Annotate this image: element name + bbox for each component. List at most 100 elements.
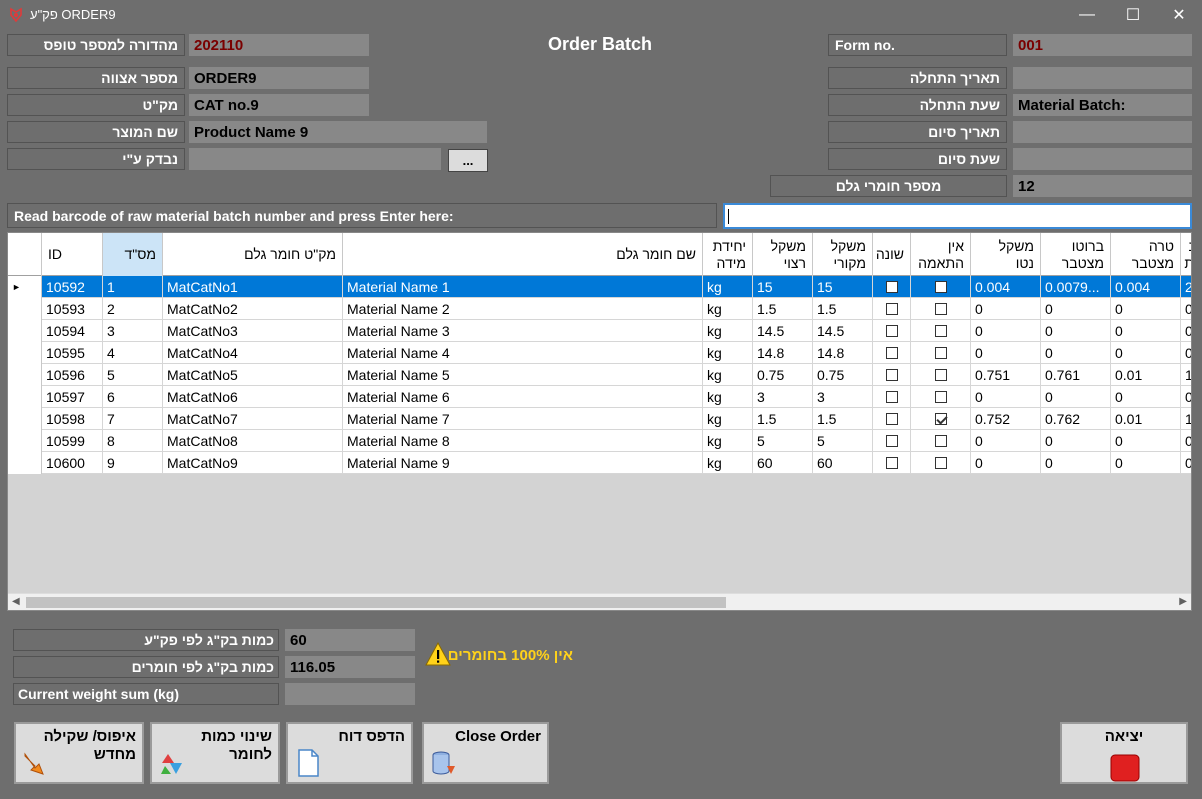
cell-net[interactable]: 0.751 [971,364,1041,386]
cell-desired[interactable]: 14.8 [753,342,813,364]
column-header-more[interactable]: נ ת [1181,233,1191,276]
cell-original[interactable]: 0.75 [813,364,873,386]
cell-gross[interactable]: 0.0079... [1041,276,1111,298]
cell-net[interactable]: 0 [971,320,1041,342]
checked-by-field[interactable] [189,148,441,170]
cell-tare[interactable]: 0.004 [1111,276,1181,298]
cell-more[interactable]: 2 [1181,276,1191,298]
scrollbar-thumb[interactable] [26,597,726,608]
maximize-button[interactable]: ☐ [1110,0,1156,30]
cell-gross[interactable]: 0 [1041,320,1111,342]
cell-desired[interactable]: 60 [753,452,813,474]
cell-net[interactable]: 0 [971,386,1041,408]
cell-catno[interactable]: MatCatNo9 [163,452,343,474]
nomatch-checkbox[interactable] [934,435,947,447]
nomatch-checkbox[interactable] [934,413,947,425]
nomatch-checkbox[interactable] [934,281,947,293]
column-header-original[interactable]: משקל מקורי [813,233,873,276]
cell-net[interactable]: 0 [971,342,1041,364]
table-row[interactable]: 105998MatCatNo8Material Name 8kg550000 [8,430,1191,452]
table-row[interactable]: ► 10592 1 MatCatNo1 Material Name 1 kg 15 15 0.0… [8,276,1191,298]
cell-original[interactable]: 3 [813,386,873,408]
cell-catno[interactable]: MatCatNo2 [163,298,343,320]
diff-checkbox[interactable] [885,457,898,469]
column-header-gross[interactable]: ברוטו מצטבר [1041,233,1111,276]
close-order-button[interactable]: Close Order [422,722,549,784]
table-row[interactable]: 10594 3 MatCatNo3 Material Name 3 kg 14.5 14.5… [8,320,1191,342]
cell-seq[interactable]: 5 [103,364,163,386]
cell-net[interactable]: 0.004 [971,276,1041,298]
table-row[interactable]: 105976MatCatNo6Material Name 6kg330000 [8,386,1191,408]
column-header-catno[interactable]: מק"ט חומר גלם [163,233,343,276]
cell-more[interactable]: 0 [1181,452,1191,474]
diff-checkbox[interactable] [885,369,898,381]
cell-gross[interactable]: 0 [1041,386,1111,408]
cell-name[interactable]: Material Name 8 [343,430,703,452]
table-row[interactable]: 10598 7 MatCatNo7 Material Name 7 kg 1.5 1.5 0.… [8,408,1191,430]
cell-seq[interactable]: 8 [103,430,163,452]
cell-original[interactable]: 60 [813,452,873,474]
cell-name[interactable]: Material Name 7 [343,408,703,430]
row-header[interactable] [8,386,42,408]
diff-checkbox[interactable] [885,391,898,403]
cell-original[interactable]: 15 [813,276,873,298]
table-row[interactable]: 10595 4 MatCatNo4 Material Name 4 kg 14.8 14.8… [8,342,1191,364]
cell-seq[interactable]: 9 [103,452,163,474]
cell-unit[interactable]: kg [703,430,753,452]
cell-unit[interactable]: kg [703,364,753,386]
cell-net[interactable]: 0.752 [971,408,1041,430]
table-row[interactable]: 10593 2 MatCatNo2 Material Name 2 kg 1.5 1.5 0 0… [8,298,1191,320]
cell-seq[interactable]: 3 [103,320,163,342]
cell-desired[interactable]: 1.5 [753,408,813,430]
cell-more[interactable]: 1 [1181,364,1191,386]
cell-seq[interactable]: 6 [103,386,163,408]
cell-id[interactable]: 10592 [42,276,103,298]
cell-gross[interactable]: 0 [1041,342,1111,364]
cell-desired[interactable]: 5 [753,430,813,452]
barcode-input[interactable] [723,203,1192,229]
cell-name[interactable]: Material Name 6 [343,386,703,408]
reset-weighing-button[interactable]: איפוס/ שקילה מחדש [14,722,144,784]
cell-desired[interactable]: 14.5 [753,320,813,342]
cell-original[interactable]: 1.5 [813,298,873,320]
cell-id[interactable]: 10595 [42,342,103,364]
cell-more[interactable]: 0 [1181,430,1191,452]
cell-unit[interactable]: kg [703,386,753,408]
cell-tare[interactable]: 0.01 [1111,364,1181,386]
cell-more[interactable]: 0 [1181,320,1191,342]
cell-desired[interactable]: 15 [753,276,813,298]
diff-checkbox[interactable] [885,303,898,315]
cell-name[interactable]: Material Name 2 [343,298,703,320]
cell-gross[interactable]: 0.761 [1041,364,1111,386]
cell-more[interactable]: 0 [1181,298,1191,320]
cell-original[interactable]: 14.8 [813,342,873,364]
row-header[interactable] [8,452,42,474]
cell-catno[interactable]: MatCatNo3 [163,320,343,342]
column-header-name[interactable]: שם חומר גלם [343,233,703,276]
scroll-right-icon[interactable]: ▶ [1179,596,1187,607]
column-header-id[interactable]: ID [42,233,103,276]
column-header-desired[interactable]: משקל רצוי [753,233,813,276]
cell-original[interactable]: 5 [813,430,873,452]
print-report-button[interactable]: הדפס דוח [286,722,413,784]
cell-desired[interactable]: 1.5 [753,298,813,320]
nomatch-checkbox[interactable] [934,303,947,315]
cell-tare[interactable]: 0 [1111,320,1181,342]
cell-catno[interactable]: MatCatNo8 [163,430,343,452]
cell-gross[interactable]: 0 [1041,452,1111,474]
cell-id[interactable]: 10594 [42,320,103,342]
close-window-button[interactable]: ✕ [1156,0,1202,30]
nomatch-checkbox[interactable] [934,325,947,337]
change-quantity-button[interactable]: שינוי כמות לחומר [150,722,280,784]
row-header[interactable] [8,430,42,452]
cell-id[interactable]: 10596 [42,364,103,386]
cell-id[interactable]: 10593 [42,298,103,320]
nomatch-checkbox[interactable] [934,391,947,403]
cell-catno[interactable]: MatCatNo4 [163,342,343,364]
cell-id[interactable]: 10599 [42,430,103,452]
column-header-diff[interactable]: שונה [873,233,911,276]
cell-desired[interactable]: 0.75 [753,364,813,386]
minimize-button[interactable]: — [1064,0,1110,30]
cell-unit[interactable]: kg [703,452,753,474]
column-header-seq[interactable]: מס"ד [103,233,163,276]
